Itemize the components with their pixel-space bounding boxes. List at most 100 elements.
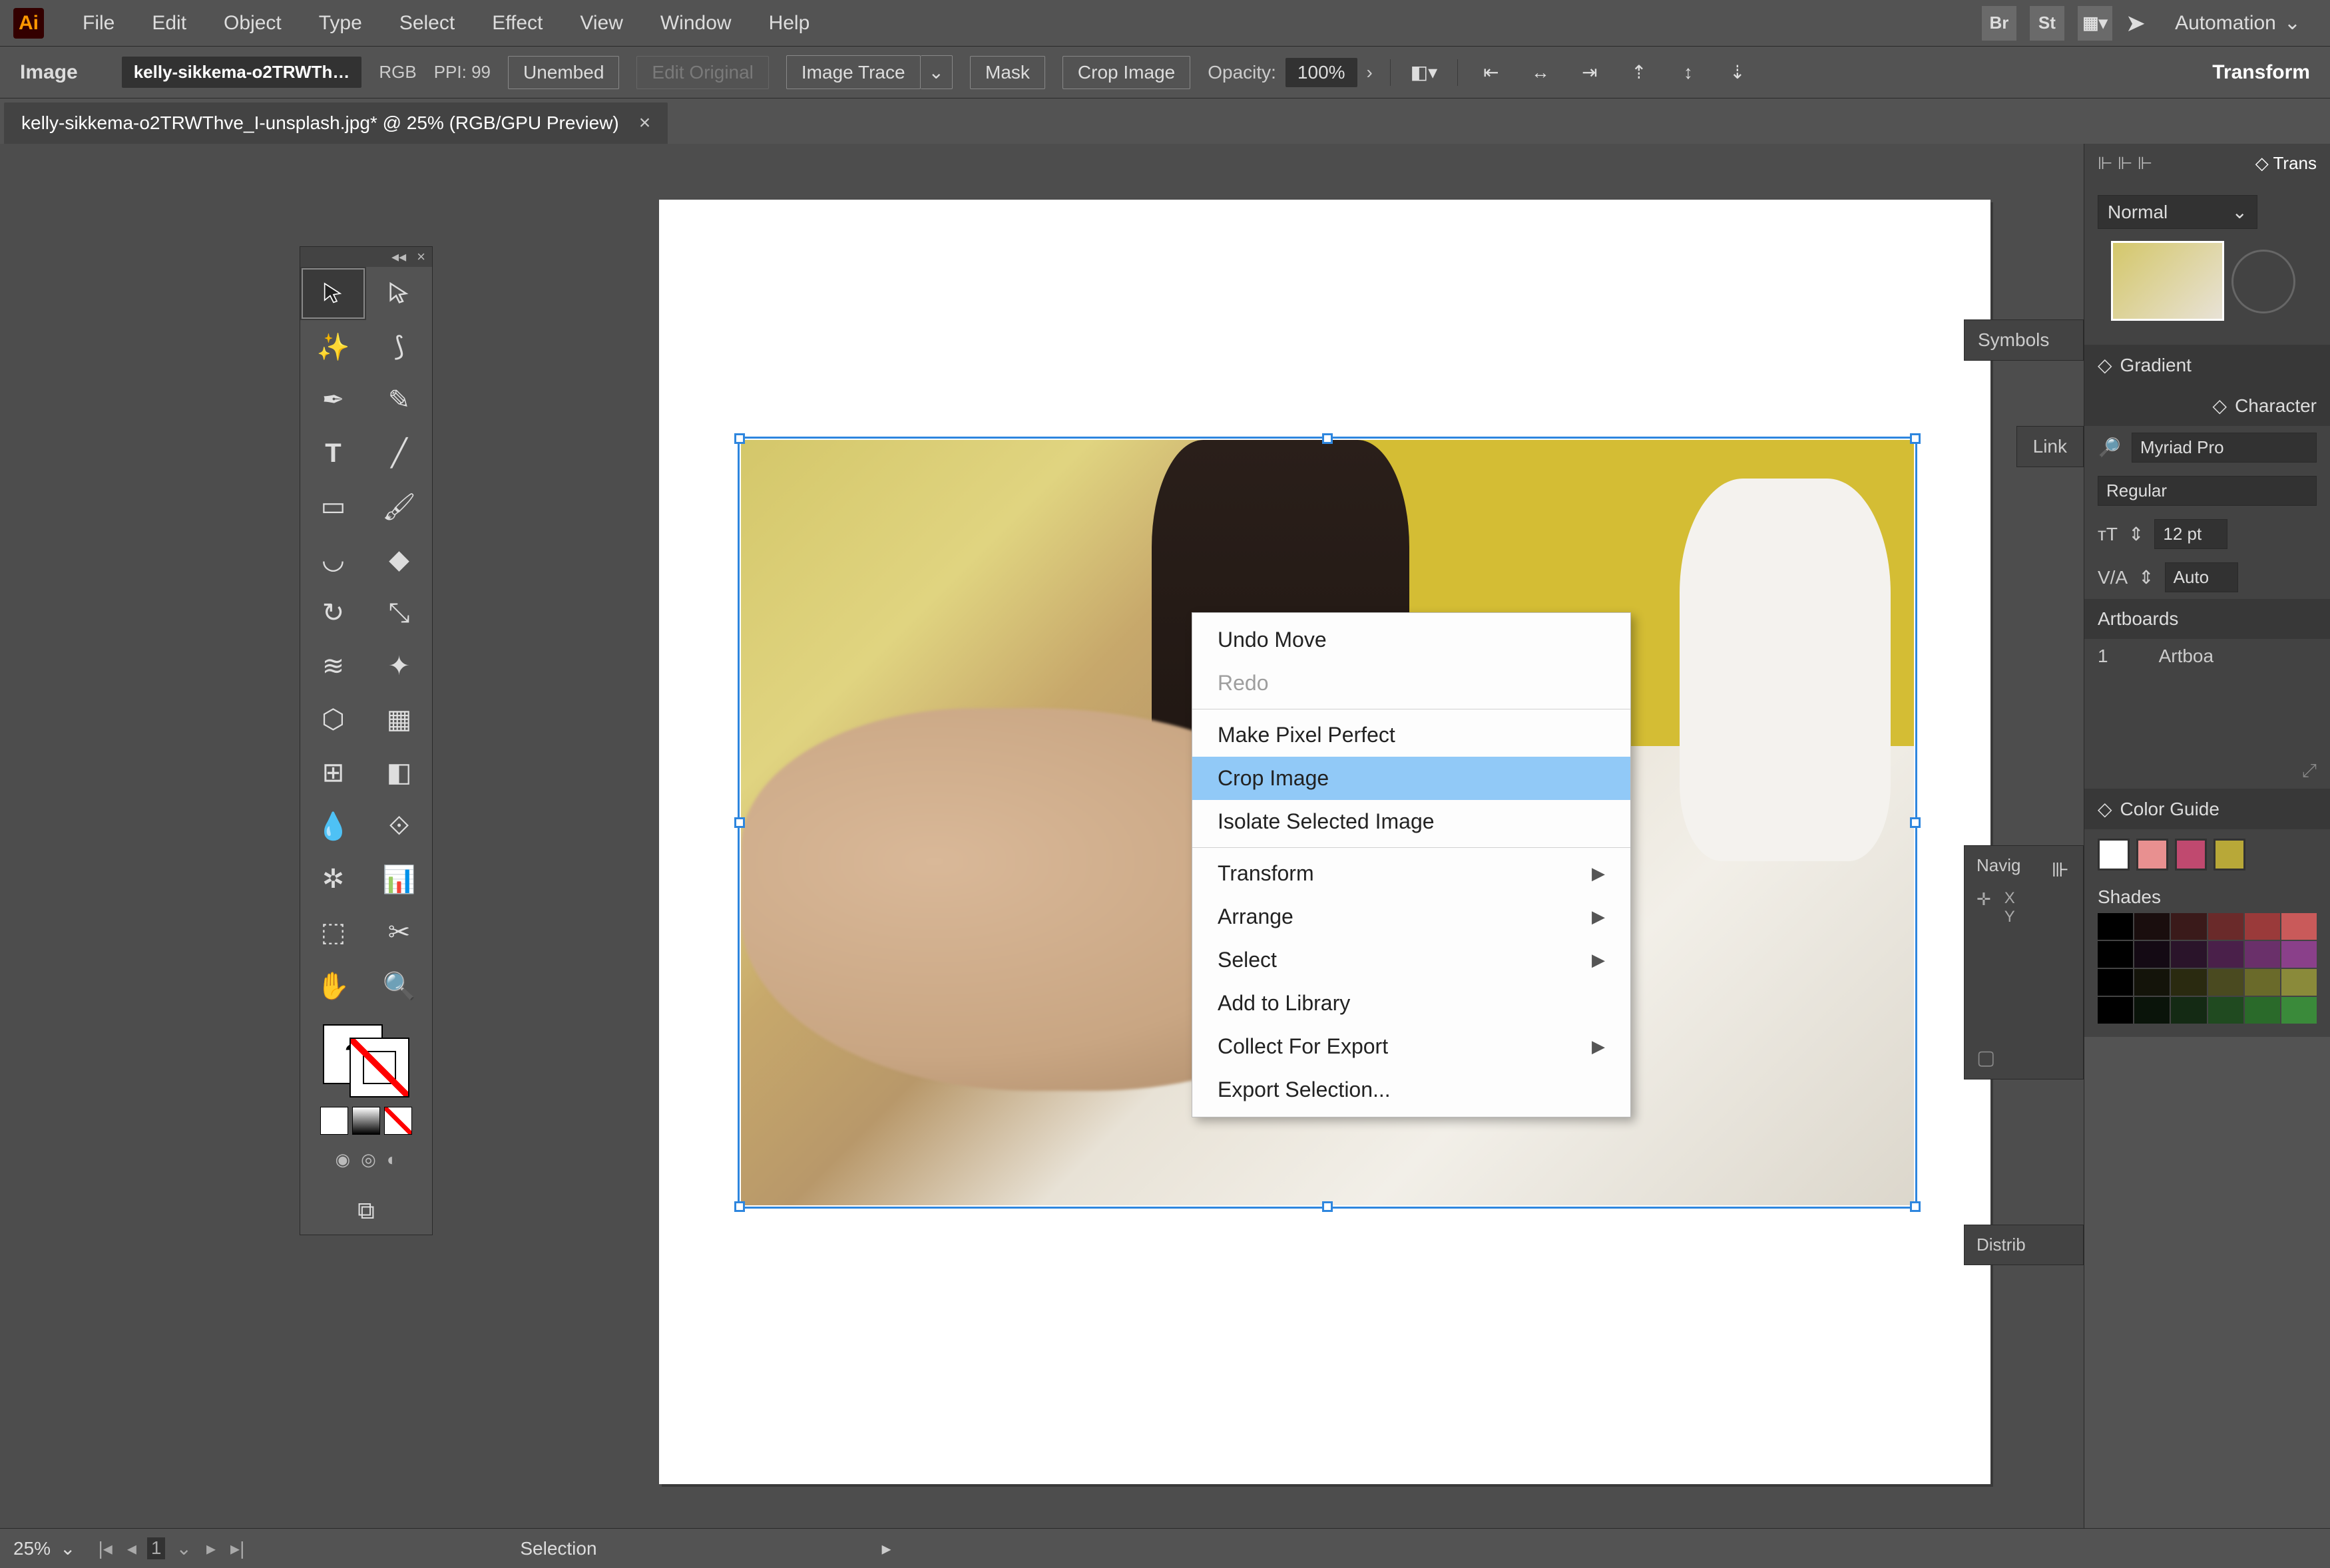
opacity-value[interactable]: 100%	[1285, 58, 1357, 87]
draw-normal-icon[interactable]: ◉	[335, 1149, 350, 1170]
reference-point-icon[interactable]: ✛	[1977, 889, 1991, 926]
artboard-number-field[interactable]: 1	[147, 1537, 166, 1559]
artboard-tool[interactable]: ⬚	[300, 906, 366, 959]
linked-file-name[interactable]: kelly-sikkema-o2TRWTh…	[122, 57, 362, 88]
crop-image-button[interactable]: Crop Image	[1062, 56, 1190, 89]
none-mode-swatch[interactable]	[384, 1107, 412, 1135]
resize-handle-top-left[interactable]	[734, 433, 745, 444]
paintbrush-tool[interactable]: 🖌	[366, 480, 432, 533]
align-center-vertical-icon[interactable]: ↕	[1672, 59, 1704, 87]
resize-handle-bottom-right[interactable]	[1910, 1201, 1921, 1212]
menu-type[interactable]: Type	[300, 12, 381, 35]
resize-handle-bottom-left[interactable]	[734, 1201, 745, 1212]
close-panel-icon[interactable]: ×	[417, 248, 425, 266]
bridge-icon[interactable]: Br	[1982, 6, 2016, 41]
gpu-rocket-icon[interactable]: ➤	[2126, 9, 2146, 37]
align-right-icon[interactable]: ⇥	[1574, 59, 1606, 87]
shades-grid[interactable]	[2098, 913, 2317, 1024]
color-guide-panel-header[interactable]: ◇ Color Guide	[2084, 789, 2330, 829]
last-artboard-icon[interactable]: ▸|	[226, 1537, 248, 1559]
arrange-documents-icon[interactable]: ▦▾	[2078, 6, 2112, 41]
character-panel-header[interactable]: ◇ Character	[2084, 385, 2330, 426]
resize-handle-bottom-middle[interactable]	[1322, 1201, 1333, 1212]
resize-handle-middle-left[interactable]	[734, 817, 745, 828]
workspace-switcher[interactable]: Automation ⌄	[2159, 5, 2317, 41]
align-top-icon[interactable]: ⇡	[1623, 59, 1655, 87]
draw-behind-icon[interactable]: ◎	[361, 1149, 376, 1170]
gradient-panel-header[interactable]: ◇ Gradient	[2084, 345, 2330, 385]
context-add-to-library[interactable]: Add to Library	[1192, 982, 1630, 1025]
hand-tool[interactable]: ✋	[300, 959, 366, 1012]
fill-stroke-swatch[interactable]: ?	[323, 1024, 409, 1097]
search-font-icon[interactable]: 🔎	[2098, 437, 2121, 459]
opacity-stepper-icon[interactable]: ›	[1367, 62, 1373, 83]
context-transform[interactable]: Transform▶	[1192, 852, 1630, 895]
font-style-field[interactable]: Regular	[2098, 476, 2317, 506]
context-arrange[interactable]: Arrange▶	[1192, 895, 1630, 938]
type-tool[interactable]: T	[300, 427, 366, 480]
color-mode-swatch[interactable]	[320, 1107, 348, 1135]
artboard-row[interactable]: 1 Artboa	[2084, 639, 2330, 674]
artboard-rearrange-icon[interactable]: ⤢	[2302, 760, 2317, 782]
align-bottom-icon[interactable]: ⇣	[1722, 59, 1753, 87]
free-transform-tool[interactable]: ✦	[366, 640, 432, 693]
menu-file[interactable]: File	[64, 12, 133, 35]
width-tool[interactable]: ≋	[300, 640, 366, 693]
rotate-tool[interactable]: ↻	[300, 586, 366, 640]
scale-tool[interactable]: ⤡	[366, 586, 432, 640]
screen-mode-button[interactable]: ⧉	[300, 1187, 432, 1235]
curvature-tool[interactable]: ✎	[366, 373, 432, 427]
slice-tool[interactable]: ✂	[366, 906, 432, 959]
pen-tool[interactable]: ✒	[300, 373, 366, 427]
stroke-swatch[interactable]	[350, 1038, 409, 1097]
harmony-swatch-3[interactable]	[2214, 839, 2245, 871]
mask-button[interactable]: Mask	[970, 56, 1045, 89]
harmony-swatch-1[interactable]	[2136, 839, 2168, 871]
artboard-dropdown-icon[interactable]: ⌄	[172, 1537, 195, 1559]
stock-icon[interactable]: St	[2030, 6, 2064, 41]
stepper-icon[interactable]: ⇕	[2138, 566, 2154, 588]
zoom-level[interactable]: 25%	[13, 1538, 51, 1559]
gradient-tool[interactable]: ◧	[366, 746, 432, 799]
close-tab-icon[interactable]: ×	[639, 112, 651, 134]
resize-handle-top-middle[interactable]	[1322, 433, 1333, 444]
transparency-tab[interactable]: ◇ Trans	[2255, 153, 2317, 174]
eraser-tool[interactable]: ◆	[366, 533, 432, 586]
artboard-options-icon[interactable]: ▢	[1977, 1046, 2071, 1070]
document-tab[interactable]: kelly-sikkema-o2TRWThve_I-unsplash.jpg* …	[4, 102, 668, 144]
first-artboard-icon[interactable]: |◂	[95, 1537, 116, 1559]
font-size-field[interactable]: 12 pt	[2154, 519, 2227, 549]
direct-selection-tool[interactable]	[366, 267, 432, 320]
font-family-field[interactable]: Myriad Pro	[2132, 433, 2317, 463]
magic-wand-tool[interactable]: ✨	[300, 320, 366, 373]
stepper-icon[interactable]: ⇕	[2128, 523, 2144, 545]
menu-object[interactable]: Object	[205, 12, 300, 35]
rectangle-tool[interactable]: ▭	[300, 480, 366, 533]
graph-icon[interactable]: ⊪	[2052, 859, 2069, 882]
context-undo-move[interactable]: Undo Move	[1192, 618, 1630, 662]
context-collect-for-export[interactable]: Collect For Export▶	[1192, 1025, 1630, 1068]
blend-tool[interactable]: ⟐	[366, 799, 432, 853]
context-export-selection[interactable]: Export Selection...	[1192, 1068, 1630, 1111]
transform-panel-toggle[interactable]: Transform	[2212, 61, 2310, 84]
unembed-button[interactable]: Unembed	[508, 56, 619, 89]
base-color-swatch[interactable]	[2098, 839, 2130, 871]
symbol-sprayer-tool[interactable]: ✲	[300, 853, 366, 906]
symbols-panel-tab[interactable]: Symbols	[1964, 319, 2084, 361]
recolor-artwork-icon[interactable]: ◧▾	[1408, 59, 1440, 87]
eyedropper-tool[interactable]: 💧	[300, 799, 366, 853]
context-crop-image[interactable]: Crop Image	[1192, 757, 1630, 800]
gradient-mode-swatch[interactable]	[352, 1107, 380, 1135]
next-artboard-icon[interactable]: ▸	[202, 1537, 220, 1559]
distribute-panel-tab[interactable]: Distrib	[1964, 1225, 2084, 1265]
menu-view[interactable]: View	[561, 12, 641, 35]
prev-artboard-icon[interactable]: ◂	[123, 1537, 140, 1559]
resize-handle-top-right[interactable]	[1910, 433, 1921, 444]
align-center-horizontal-icon[interactable]: ↔	[1524, 59, 1556, 87]
menu-select[interactable]: Select	[381, 12, 473, 35]
resize-handle-middle-right[interactable]	[1910, 817, 1921, 828]
shape-builder-tool[interactable]: ⬡	[300, 693, 366, 746]
image-trace-dropdown[interactable]: ⌄	[921, 55, 953, 89]
artboards-panel-header[interactable]: Artboards	[2084, 599, 2330, 639]
perspective-grid-tool[interactable]: ▦	[366, 693, 432, 746]
